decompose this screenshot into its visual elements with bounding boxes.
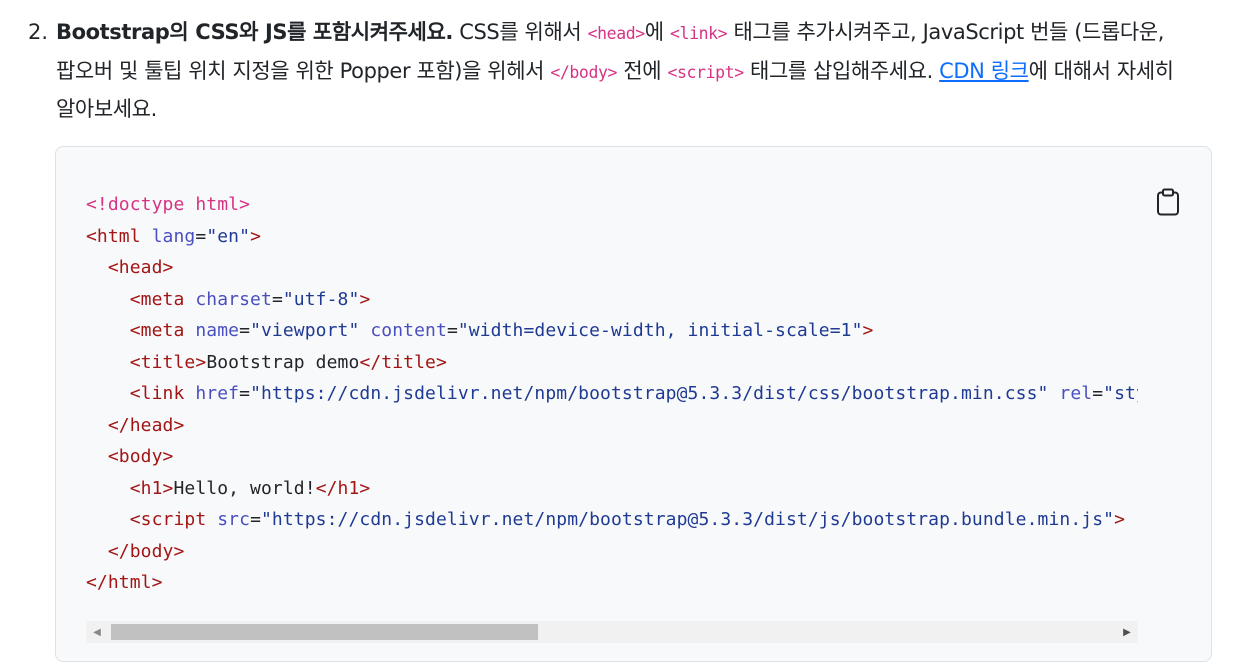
code-line: <title>Bootstrap demo</title> [86,352,447,373]
code-block: <!doctype html> <html lang="en"> <head> … [55,146,1212,662]
step-text-5: 태그를 삽입해주세요. [743,58,940,83]
code-token: charset [195,288,272,310]
code-token: "https://cdn.jsdelivr.net/npm/bootstrap@… [261,509,1115,530]
code-token: = [250,509,261,530]
code-token: <link [129,383,185,404]
scroll-right-arrow[interactable]: ▶ [1116,621,1138,643]
inline-code-head: <head> [587,24,646,43]
code-token: > [862,320,874,341]
code-token: </h1> [315,477,371,499]
code-line: <html lang="en"> [86,226,261,247]
code-token: "utf-8" [282,288,360,310]
code-token: > [1114,509,1126,530]
code-token: src [217,509,251,530]
code-token: content [370,320,447,341]
code-token: <head> [107,257,174,278]
step-2: 2. Bootstrap의 CSS와 JS를 포함시켜주세요. CSS를 위해서… [28,14,1208,128]
inline-code-body-close: </body> [550,62,618,82]
code-line: <meta name="viewport" content="width=dev… [86,320,874,341]
code-token: Bootstrap demo [206,351,360,373]
code-token: "viewport" [250,320,360,341]
code-token: = [239,383,251,404]
inline-code-script: <script> [667,62,744,82]
code-line: <body> [86,446,174,467]
code-line: <!doctype html> [86,194,250,215]
code-line: <link href="https://cdn.jsdelivr.net/npm… [86,383,1138,404]
code-line: </head> [86,415,184,436]
copy-button[interactable] [1155,187,1183,217]
code-token: <meta [129,288,185,310]
code-line: <h1>Hello, world!</h1> [86,477,371,499]
code-token: > [359,288,371,310]
step-text-1: CSS를 위해서 [452,20,588,44]
code-line: <head> [86,257,174,278]
code-token: </html> [86,572,163,593]
code-token: <title> [129,351,207,373]
code-token: </title> [359,351,447,373]
cdn-link[interactable]: CDN 링크 [939,59,1029,83]
code-line: </html> [86,572,163,593]
code-content: <!doctype html> <html lang="en"> <head> … [86,189,1138,599]
code-token: name [195,320,240,341]
code-token: <html [86,225,141,247]
code-token: </body> [107,540,185,562]
scrollbar-thumb[interactable] [111,624,538,640]
code-token: <h1> [129,477,174,499]
horizontal-scrollbar[interactable]: ◀ ▶ [86,621,1138,643]
code-token: <script [129,509,207,530]
code-line: <meta charset="utf-8"> [86,288,371,310]
code-token: = [1092,383,1104,404]
scroll-left-arrow[interactable]: ◀ [86,621,108,643]
code-token: "width=device-width, initial-scale=1" [457,320,863,341]
code-token: </head> [107,414,185,436]
code-token: "https://cdn.jsdelivr.net/npm/bootstrap@… [250,383,1049,404]
step-title: Bootstrap의 CSS와 JS를 포함시켜주세요. [56,20,453,44]
code-line: </body> [86,541,184,562]
step-text-2: 에 [644,20,670,44]
code-scroll-area[interactable]: <!doctype html> <html lang="en"> <head> … [86,189,1138,629]
code-token: = [446,320,458,341]
code-token: Hello, world! [173,477,316,499]
code-token: = [271,288,283,310]
code-token: "stylesheet" [1103,383,1138,404]
step-text-4: 전에 [617,58,668,83]
code-token: "en" [206,225,251,247]
code-token: = [195,225,207,247]
code-token: lang [151,225,196,247]
code-token: <!doctype html> [86,194,251,215]
clipboard-icon [1157,188,1179,216]
code-token: rel [1059,383,1093,404]
inline-code-link: <link> [670,24,728,43]
code-token: <meta [129,320,185,341]
code-token: > [250,225,261,247]
code-token: = [239,320,251,341]
step-description: Bootstrap의 CSS와 JS를 포함시켜주세요. CSS를 위해서 <h… [56,14,1208,128]
step-number: 2. [28,20,49,44]
code-token: href [195,383,240,404]
code-token: <body> [107,446,174,467]
code-line: <script src="https://cdn.jsdelivr.net/np… [86,509,1125,530]
